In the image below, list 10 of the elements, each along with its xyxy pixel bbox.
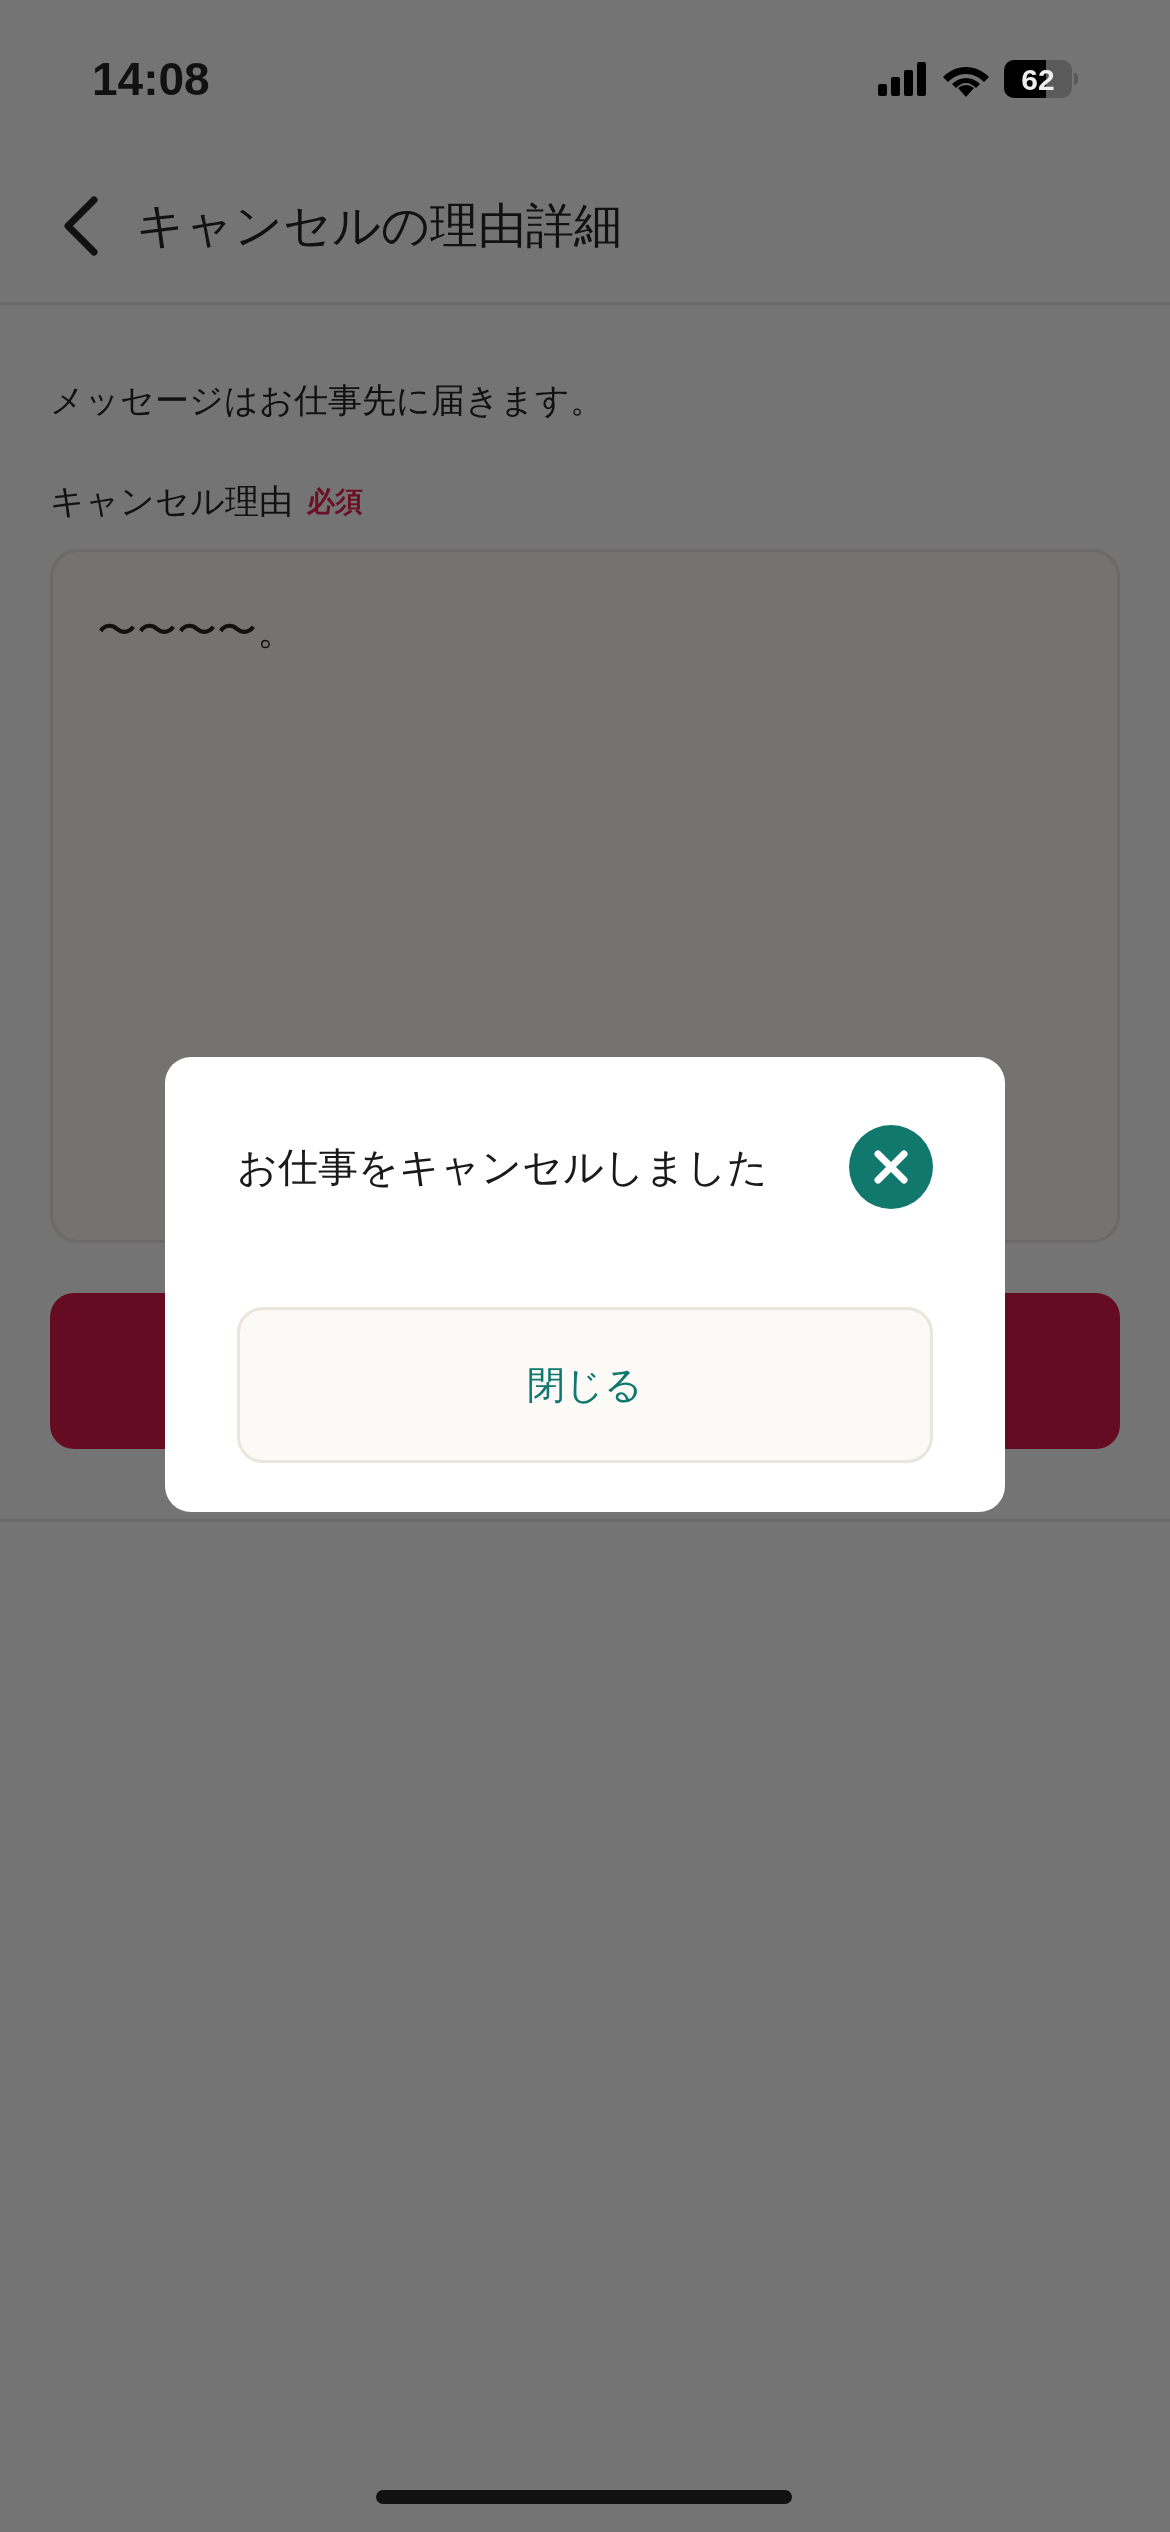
close-icon[interactable] [849, 1125, 933, 1209]
page-title: キャンセルの理由詳細 [136, 198, 622, 254]
close-button[interactable]: 閉じる [237, 1307, 933, 1463]
required-label: 必須 [307, 484, 363, 519]
status-time: 14:08 [92, 51, 210, 107]
signal-icon [878, 62, 928, 96]
dialog-message: お仕事をキャンセルしました [237, 1144, 768, 1191]
field-label: キャンセル理由 [50, 481, 293, 522]
battery-indicator: 62 [1004, 60, 1072, 98]
notice-text: メッセージはお仕事先に届きます。 [50, 380, 605, 421]
